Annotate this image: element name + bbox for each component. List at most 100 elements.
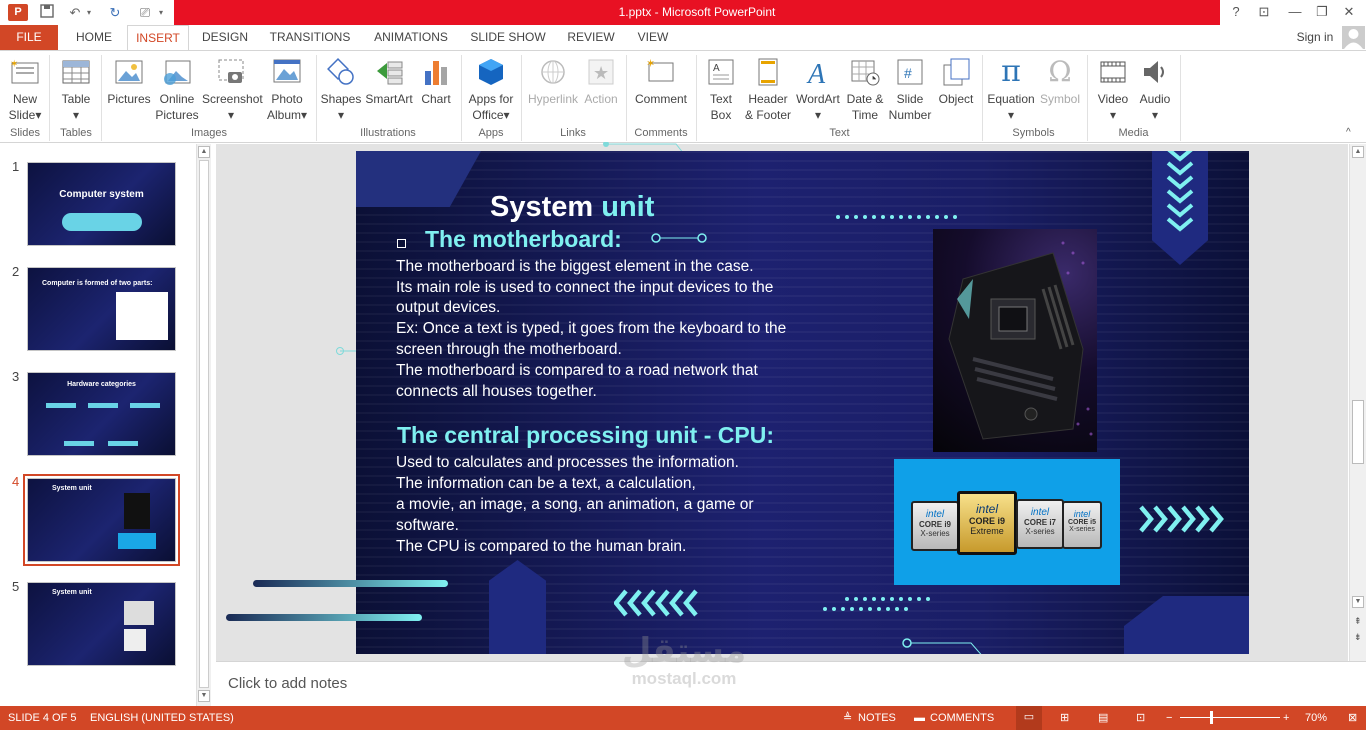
save-icon[interactable] xyxy=(38,4,56,21)
heading-motherboard[interactable]: The motherboard: xyxy=(425,226,622,253)
smartart-button[interactable]: SmartArt xyxy=(364,55,414,107)
object-button[interactable]: Object xyxy=(934,55,978,107)
chevron-banner xyxy=(1152,151,1208,265)
tab-animations[interactable]: ANIMATIONS xyxy=(366,25,456,50)
tab-design[interactable]: DESIGN xyxy=(196,25,254,50)
audio-button[interactable]: Audio ▾ xyxy=(1135,55,1175,123)
undo-icon[interactable]: ↶ xyxy=(66,4,84,21)
photo-album-button[interactable]: Photo Album▾ xyxy=(263,55,311,123)
comment-button[interactable]: ✶ Comment xyxy=(631,55,691,107)
notes-placeholder[interactable]: Click to add notes xyxy=(228,675,347,692)
paragraph-line[interactable]: screen through the motherboard. xyxy=(396,339,622,360)
status-language[interactable]: ENGLISH (UNITED STATES) xyxy=(90,707,234,729)
slide-thumbnail-1[interactable]: Computer system xyxy=(27,162,176,246)
zoom-slider-track[interactable] xyxy=(1180,717,1280,718)
new-slide-button[interactable]: ✶ New Slide▾ xyxy=(4,55,46,123)
paragraph-line[interactable]: The motherboard is the biggest element i… xyxy=(396,256,754,277)
undo-dropdown-icon[interactable]: ▾ xyxy=(84,4,94,21)
action-button[interactable]: ★ Action xyxy=(581,55,621,107)
paragraph-line[interactable]: connects all houses together. xyxy=(396,381,597,402)
slide-thumbnail-2[interactable]: Computer is formed of two parts: xyxy=(27,267,176,351)
audio-label: Audio xyxy=(1139,92,1171,106)
slide-title[interactable]: System unit xyxy=(490,191,654,224)
close-icon[interactable]: ✕ xyxy=(1339,3,1359,21)
ribbon-display-icon[interactable]: ⊡ xyxy=(1254,3,1274,21)
slide-number-label-2: Number xyxy=(888,108,932,122)
slide-canvas[interactable]: System unit The motherboard: The motherb… xyxy=(356,151,1249,654)
minimize-icon[interactable]: — xyxy=(1285,3,1305,21)
scroll-down-icon[interactable]: ▼ xyxy=(198,690,210,702)
tab-home[interactable]: HOME xyxy=(66,25,122,50)
zoom-in-icon[interactable]: + xyxy=(1283,707,1289,729)
paragraph-line[interactable]: a movie, an image, a song, an animation,… xyxy=(396,494,754,515)
tab-transitions[interactable]: TRANSITIONS xyxy=(264,25,356,50)
header-footer-button[interactable]: Header & Footer xyxy=(743,55,793,123)
symbol-button[interactable]: Ω Symbol xyxy=(1038,55,1082,107)
reading-view-icon[interactable]: ▤ xyxy=(1098,707,1108,729)
scroll-up-icon[interactable]: ▲ xyxy=(1352,146,1364,158)
notes-button[interactable]: NOTES xyxy=(858,707,896,729)
sign-in-link[interactable]: Sign in xyxy=(1290,25,1340,50)
zoom-level[interactable]: 70% xyxy=(1305,707,1327,729)
help-icon[interactable]: ? xyxy=(1226,3,1246,21)
date-time-button[interactable]: Date & Time xyxy=(843,55,887,123)
paragraph-line[interactable]: The CPU is compared to the human brain. xyxy=(396,536,686,557)
slide-number-button[interactable]: # Slide Number xyxy=(888,55,932,123)
paragraph-line[interactable]: software. xyxy=(396,515,459,536)
shapes-button[interactable]: Shapes ▾ xyxy=(320,55,362,123)
paragraph-line[interactable]: The information can be a text, a calcula… xyxy=(396,473,696,494)
thumbnail-title: System unit xyxy=(52,485,92,492)
normal-view-icon[interactable]: ▭ xyxy=(1016,706,1042,730)
paragraph-line[interactable]: Its main role is used to connect the inp… xyxy=(396,277,773,298)
paragraph-line[interactable]: Used to calculates and processes the inf… xyxy=(396,452,739,473)
tab-review[interactable]: REVIEW xyxy=(560,25,622,50)
online-pictures-button[interactable]: Online Pictures xyxy=(155,55,199,123)
avatar[interactable] xyxy=(1342,26,1365,49)
hyperlink-button[interactable]: Hyperlink xyxy=(525,55,581,107)
slide-thumbnail-4[interactable]: System unit xyxy=(23,474,180,566)
scroll-down-icon[interactable]: ▼ xyxy=(1352,596,1364,608)
chart-button[interactable]: Chart xyxy=(416,55,456,107)
scroll-up-icon[interactable]: ▲ xyxy=(198,146,210,158)
tab-slide-show[interactable]: SLIDE SHOW xyxy=(466,25,550,50)
screenshot-button[interactable]: Screenshot ▾ xyxy=(202,55,263,123)
slide-show-icon[interactable]: ⊡ xyxy=(1136,707,1145,729)
restore-icon[interactable]: ❐ xyxy=(1312,3,1332,21)
notes-pane[interactable]: Click to add notes xyxy=(216,661,1366,706)
paragraph-line[interactable]: output devices. xyxy=(396,297,500,318)
paragraph-line[interactable]: The motherboard is compared to a road ne… xyxy=(396,360,758,381)
next-slide-icon[interactable]: ⇟ xyxy=(1354,632,1362,643)
slide-scrollbar[interactable]: ▲ ▼ ⇞ ⇟ xyxy=(1349,144,1366,661)
redo-icon[interactable]: ↻ xyxy=(106,4,124,21)
apps-for-office-button[interactable]: Apps for Office▾ xyxy=(465,55,517,123)
video-button[interactable]: Video ▾ xyxy=(1092,55,1134,123)
group-label-slides: Slides xyxy=(10,127,40,139)
slide-thumbnail-3[interactable]: Hardware categories xyxy=(27,372,176,456)
scroll-thumb[interactable] xyxy=(199,160,209,688)
equation-button[interactable]: π Equation ▾ xyxy=(985,55,1037,123)
qat-customize-icon[interactable]: ▾ xyxy=(156,4,166,21)
text-box-button[interactable]: A Text Box xyxy=(701,55,741,123)
group-separator xyxy=(316,55,317,141)
cpu-badges-image[interactable]: intel CORE i9 X-series intel CORE i9 Ext… xyxy=(894,459,1120,585)
heading-cpu[interactable]: The central processing unit - CPU: xyxy=(397,422,774,449)
previous-slide-icon[interactable]: ⇞ xyxy=(1354,616,1362,627)
collapse-ribbon-icon[interactable]: ^ xyxy=(1346,127,1351,138)
fit-slide-icon[interactable]: ⊠ xyxy=(1348,707,1357,729)
motherboard-image[interactable] xyxy=(933,229,1097,452)
start-from-beginning-icon[interactable]: ⎚ xyxy=(136,4,154,21)
wordart-button[interactable]: A WordArt ▾ xyxy=(794,55,842,123)
table-button[interactable]: Table ▾ xyxy=(55,55,97,123)
tab-file[interactable]: FILE xyxy=(0,25,58,50)
thumbnail-scrollbar[interactable]: ▲ ▼ xyxy=(196,144,211,706)
pictures-button[interactable]: Pictures xyxy=(106,55,152,107)
slide-sorter-icon[interactable]: ⊞ xyxy=(1060,707,1069,729)
tab-view[interactable]: VIEW xyxy=(630,25,676,50)
comments-button[interactable]: COMMENTS xyxy=(930,707,994,729)
tab-insert[interactable]: INSERT xyxy=(127,25,189,51)
scroll-thumb[interactable] xyxy=(1352,400,1364,464)
zoom-out-icon[interactable]: − xyxy=(1166,707,1172,729)
paragraph-line[interactable]: Ex: Once a text is typed, it goes from t… xyxy=(396,318,786,339)
zoom-slider-thumb[interactable] xyxy=(1210,711,1213,724)
slide-thumbnail-5[interactable]: System unit xyxy=(27,582,176,666)
